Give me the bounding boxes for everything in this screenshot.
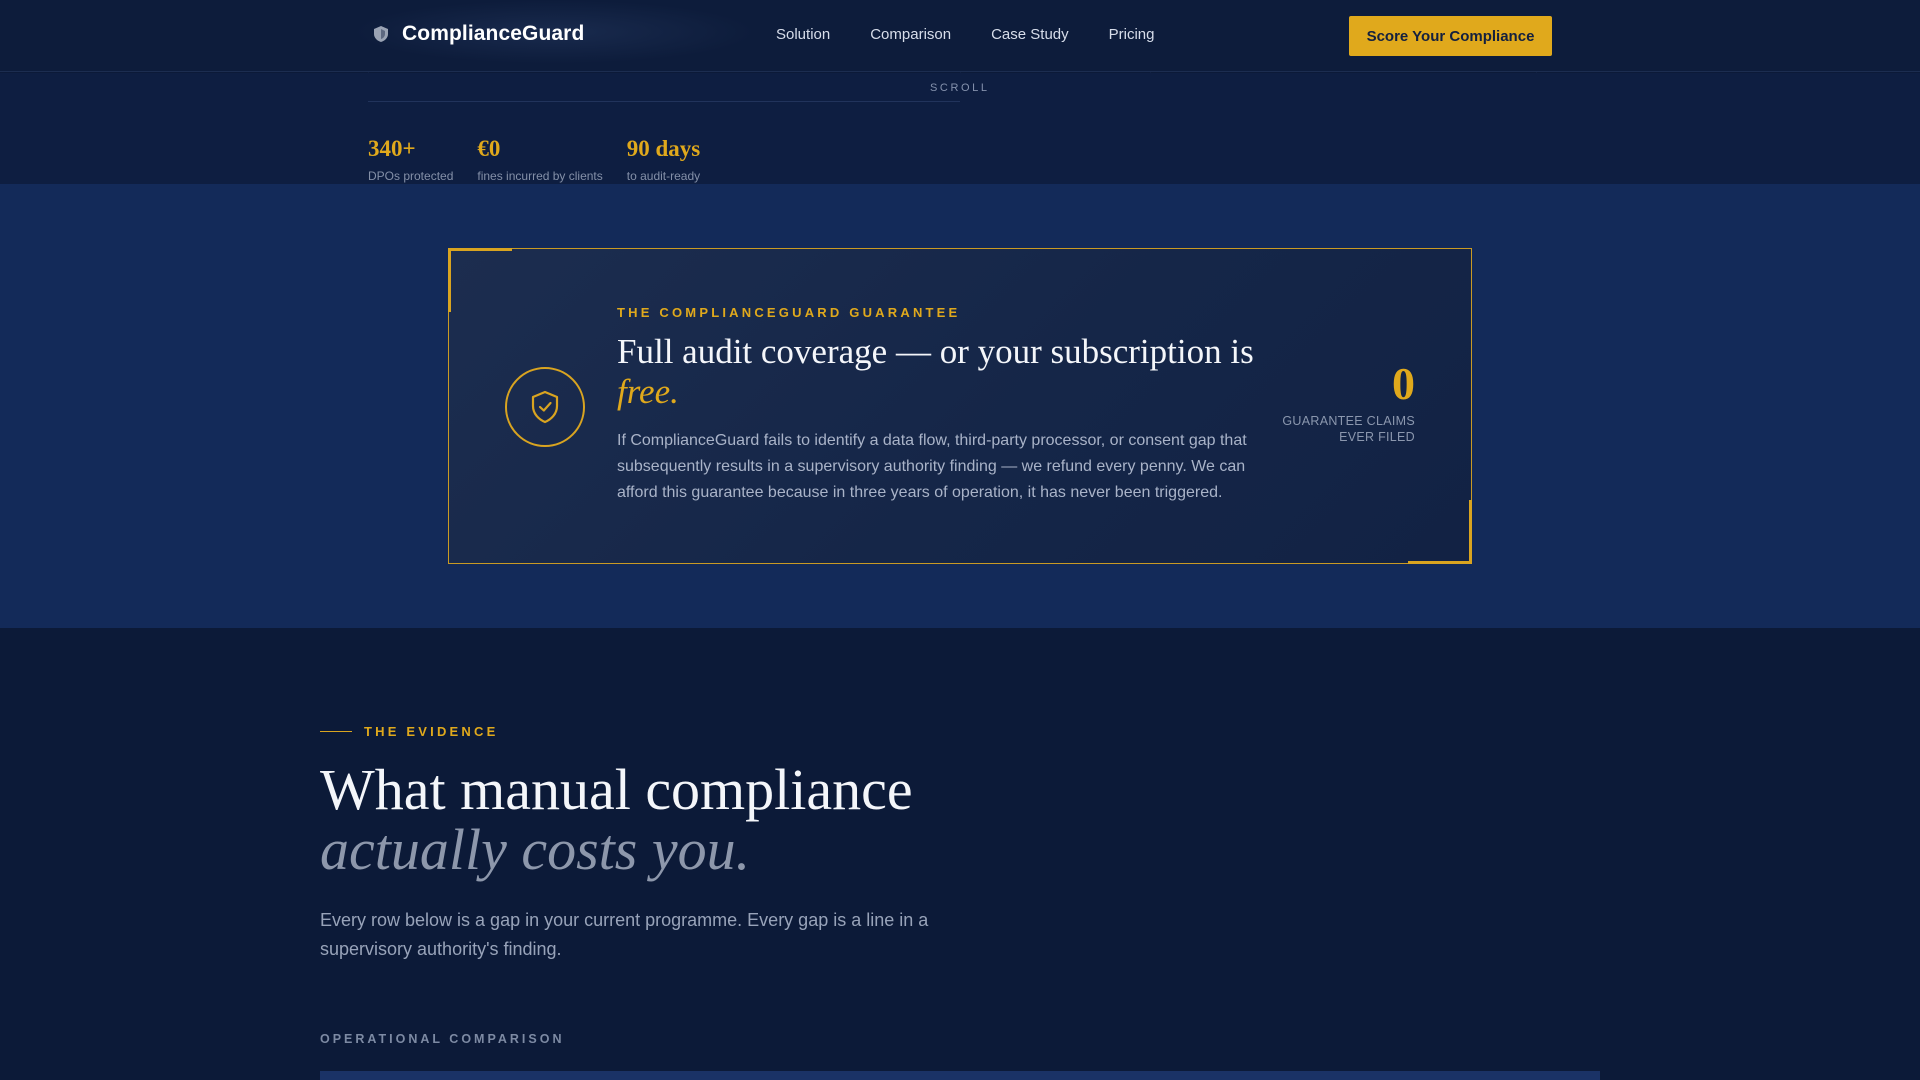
- brand-name: ComplianceGuard: [402, 22, 585, 45]
- nav-link-comparison[interactable]: Comparison: [870, 26, 951, 43]
- evidence-description: Every row below is a gap in your current…: [320, 910, 929, 959]
- guarantee-badge: [505, 367, 585, 447]
- eyebrow-rule: [320, 731, 352, 732]
- guarantee-title: Full audit coverage — or your subscripti…: [617, 332, 1257, 412]
- corner-accent: [448, 248, 451, 312]
- scroll-indicator[interactable]: SCROLL: [930, 82, 990, 94]
- stat-label: DPOs protected: [368, 169, 454, 183]
- stat-item: 90 days to audit-ready: [627, 136, 701, 183]
- guarantee-title-main: Full audit coverage — or your subscripti…: [617, 332, 1254, 371]
- brand[interactable]: ComplianceGuard: [372, 22, 584, 46]
- guarantee-eyebrow: THE COMPLIANCEGUARD GUARANTEE: [617, 305, 961, 320]
- stat-value: 340+: [368, 136, 416, 161]
- corner-accent: [448, 248, 512, 251]
- shield-check-icon: [531, 390, 559, 424]
- stat-label: fines incurred by clients: [477, 169, 603, 183]
- guarantee-title-emphasis: free.: [617, 372, 679, 411]
- guarantee-description: If ComplianceGuard fails to identify a d…: [617, 432, 1247, 501]
- claims-counter: 0 GUARANTEE CLAIMS EVER FILED: [1282, 361, 1415, 445]
- comparison-table-header: [320, 1071, 1600, 1080]
- page: ComplianceGuard Solution Comparison Case…: [0, 0, 1920, 1080]
- evidence-title-main: What manual compliance: [320, 757, 913, 822]
- score-compliance-button[interactable]: Score Your Compliance: [1349, 16, 1552, 56]
- stat-value: €0: [477, 136, 501, 161]
- evidence-title: What manual compliance actually costs yo…: [320, 760, 1080, 880]
- top-nav: ComplianceGuard Solution Comparison Case…: [0, 0, 1920, 72]
- stat-item: €0 fines incurred by clients: [477, 136, 602, 183]
- guarantee-content: THE COMPLIANCEGUARD GUARANTEE Full audit…: [617, 305, 1257, 506]
- nav-link-solution[interactable]: Solution: [776, 26, 830, 43]
- stat-value: 90 days: [626, 136, 701, 161]
- evidence-eyebrow-text: THE EVIDENCE: [364, 724, 499, 739]
- claims-label: GUARANTEE CLAIMS EVER FILED: [1282, 413, 1415, 445]
- nav-link-pricing[interactable]: Pricing: [1109, 26, 1155, 43]
- nav-links: Solution Comparison Case Study Pricing: [776, 26, 1155, 43]
- claims-label-line: EVER FILED: [1339, 430, 1415, 444]
- guarantee-card: THE COMPLIANCEGUARD GUARANTEE Full audit…: [448, 248, 1472, 564]
- hero-stats: 340+ DPOs protected €0 fines incurred by…: [368, 136, 700, 183]
- corner-accent: [1408, 561, 1472, 564]
- shield-logo-icon: [372, 25, 390, 43]
- evidence-title-emphasis: actually costs you.: [320, 817, 751, 882]
- stat-label: to audit-ready: [626, 169, 701, 183]
- scroll-divider: [368, 101, 960, 102]
- nav-link-case-study[interactable]: Case Study: [991, 26, 1069, 43]
- stat-item: 340+ DPOs protected: [368, 136, 453, 183]
- claims-value: 0: [1392, 358, 1415, 409]
- claims-label-line: GUARANTEE CLAIMS: [1282, 414, 1415, 428]
- evidence-eyebrow: THE EVIDENCE: [320, 724, 498, 739]
- comparison-label: OPERATIONAL COMPARISON: [320, 1032, 565, 1046]
- corner-accent: [1469, 500, 1472, 564]
